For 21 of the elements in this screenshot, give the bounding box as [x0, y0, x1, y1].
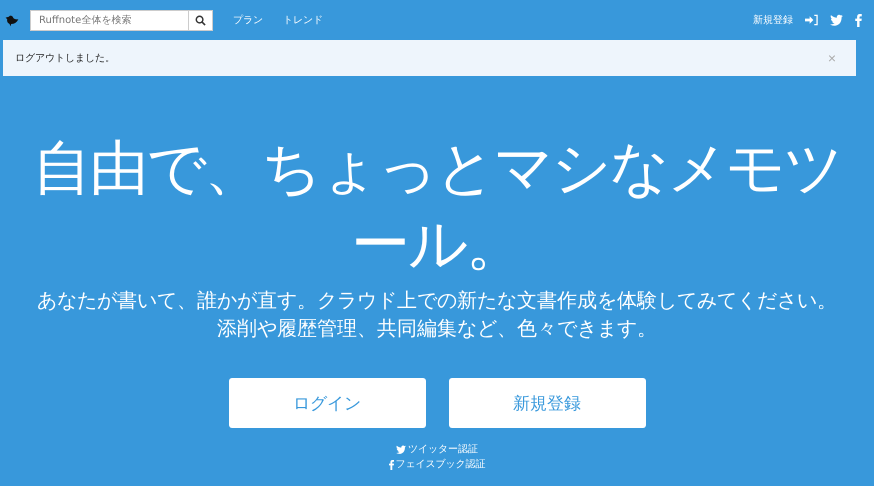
close-button[interactable]: ×: [828, 50, 836, 66]
bird-logo-icon[interactable]: [4, 13, 20, 27]
facebook-icon[interactable]: [855, 14, 862, 26]
auth-link[interactable]: フェイスブック認証: [388, 457, 486, 472]
search-field[interactable]: Ruffnote全体を検索: [30, 10, 189, 30]
auth-link[interactable]: ツイッター認証: [396, 442, 478, 457]
nav-link[interactable]: トレンド: [283, 13, 323, 27]
signup-button[interactable]: 新規登録: [448, 378, 646, 428]
search-button[interactable]: [189, 10, 213, 30]
login-button[interactable]: ログイン: [228, 378, 426, 428]
subtitle: あなたが書いて、誰かが直す。クラウド上での新たな文書作成を体験してみてください。: [36, 287, 838, 314]
search-icon: [195, 14, 206, 26]
signup-link[interactable]: 新規登録: [753, 13, 793, 27]
nav-link[interactable]: プラン: [233, 13, 263, 27]
login-icon[interactable]: [805, 14, 818, 26]
subtitle: 添削や履歴管理、共同編集など、色々できます。: [216, 315, 658, 342]
facebook-icon: [388, 460, 394, 470]
headline: 自由で、ちょっとマシなメモツール。: [32, 132, 842, 280]
twitter-icon[interactable]: [830, 14, 843, 26]
alert-message: ログアウトしました。: [15, 52, 115, 65]
twitter-icon: [396, 445, 406, 454]
